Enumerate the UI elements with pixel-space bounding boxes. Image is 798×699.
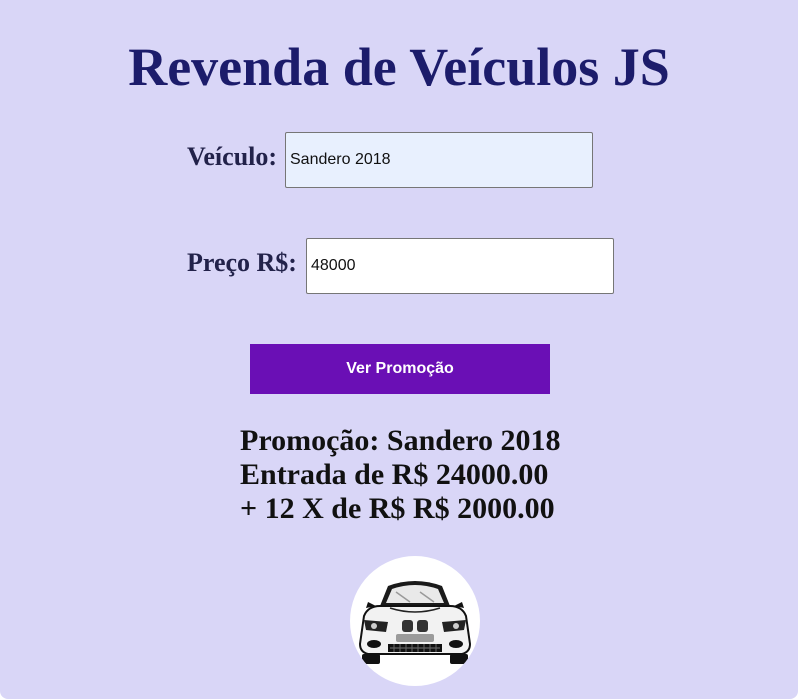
page-container: Revenda de Veículos JS Veículo: Preço R$…: [0, 0, 798, 699]
promotion-installments-line: + 12 X de R$ R$ 2000.00: [240, 492, 555, 525]
page-title: Revenda de Veículos JS: [128, 37, 670, 97]
car-icon: [358, 581, 472, 664]
car-image: [350, 556, 480, 686]
see-promotion-button[interactable]: Ver Promoção: [250, 344, 550, 394]
price-label: Preço R$:: [187, 248, 297, 277]
price-input[interactable]: [306, 238, 614, 294]
promotion-result: Promoção: Sandero 2018 Entrada de R$ 240…: [240, 424, 561, 526]
vehicle-label: Veículo:: [187, 142, 278, 171]
promotion-vehicle-line: Promoção: Sandero 2018: [240, 424, 561, 457]
vehicle-input[interactable]: [285, 132, 593, 188]
promotion-down-payment-line: Entrada de R$ 24000.00: [240, 458, 549, 491]
